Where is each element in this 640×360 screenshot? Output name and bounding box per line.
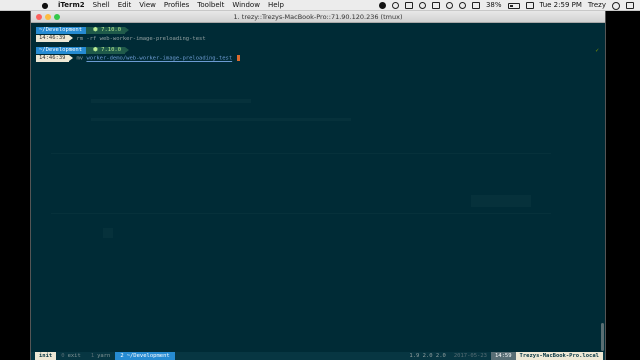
spotlight-search-icon[interactable]: [612, 1, 620, 10]
airplay-icon[interactable]: [431, 2, 440, 9]
battery-icon[interactable]: [507, 2, 520, 9]
dropbox-icon[interactable]: [391, 2, 399, 9]
menu-shell[interactable]: Shell: [93, 0, 110, 11]
tmux-session-name[interactable]: init: [35, 352, 57, 360]
window-controls: [36, 14, 60, 20]
menu-window[interactable]: Window: [232, 0, 260, 11]
menu-app-name[interactable]: iTerm2: [58, 0, 85, 11]
command-line-1: 14:46:39 rm -rf web-worker-image-preload…: [36, 35, 206, 42]
macos-menu-bar: ● iTerm2 Shell Edit View Profiles Toolbe…: [0, 0, 640, 11]
prompt-dir-segment: ~/Development: [36, 27, 91, 34]
background-ghost: [91, 118, 351, 121]
tmux-load-average: 1.9 2.0 2.0: [409, 353, 446, 359]
background-ghost: [91, 99, 251, 103]
tmux-time: 14:59: [490, 352, 516, 360]
record-icon[interactable]: [378, 2, 386, 9]
wifi-icon[interactable]: [458, 2, 466, 9]
apple-menu-icon[interactable]: ●: [38, 0, 52, 11]
menu-clock[interactable]: Tue 2:59 PM: [540, 0, 582, 11]
prompt-dir-segment: ~/Development: [36, 47, 91, 54]
menu-profiles[interactable]: Profiles: [164, 0, 189, 11]
close-window-button[interactable]: [36, 14, 42, 20]
command-line-2: 14:46:39 mv worker-demo/web-worker-image…: [36, 55, 241, 62]
success-check-icon: ✓: [595, 47, 599, 54]
tmux-hostname: Trezys-MacBook-Pro.local: [515, 352, 603, 360]
tmux-window-tab[interactable]: 0 exit: [56, 352, 86, 360]
background-ghost: [51, 153, 551, 154]
prompt-node-segment: ⬢ 7.10.0: [86, 27, 130, 34]
bluetooth-icon[interactable]: [445, 2, 453, 9]
prompt-time-segment: 14:46:39: [36, 35, 72, 42]
background-ghost: [471, 195, 531, 207]
zoom-window-button[interactable]: [54, 14, 60, 20]
menu-edit[interactable]: Edit: [118, 0, 132, 11]
prompt-line-1: ~/Development ⬢ 7.10.0: [36, 27, 130, 34]
screen-icon[interactable]: [404, 2, 413, 9]
terminal-pane[interactable]: ~/Development ⬢ 7.10.0 14:46:39 rm -rf w…: [31, 23, 605, 360]
window-title: 1. trezy::Trezys-MacBook-Pro::71.90.120.…: [233, 13, 403, 21]
command-input[interactable]: mv worker-demo/web-worker-image-preloadi…: [77, 55, 241, 62]
menu-extras: 38% Tue 2:59 PM Trezy: [378, 0, 634, 11]
tmux-window-number: 2: [120, 353, 124, 359]
tmux-window-tab-active[interactable]: 2 ~/Development: [115, 352, 175, 360]
menu-user[interactable]: Trezy: [588, 0, 606, 11]
tmux-window-number: 1: [90, 353, 95, 359]
menu-help[interactable]: Help: [268, 0, 284, 11]
text-cursor: [237, 55, 241, 62]
menu-view[interactable]: View: [139, 0, 156, 11]
prompt-line-2: ~/Development ⬢ 7.10.0: [36, 47, 130, 54]
minimize-window-button[interactable]: [45, 14, 51, 20]
command-path-argument: worker-demo/web-worker-image-preloading-…: [86, 55, 233, 62]
menu-toolbelt[interactable]: Toolbelt: [197, 0, 224, 11]
tmux-status-right: 1.9 2.0 2.0 2017-05-23 14:59 Trezys-MacB…: [405, 352, 605, 360]
tmux-window-name: yarn: [97, 353, 111, 359]
window-titlebar[interactable]: 1. trezy::Trezys-MacBook-Pro::71.90.120.…: [31, 11, 605, 23]
volume-icon[interactable]: [471, 2, 480, 9]
background-ghost: [51, 213, 551, 214]
command-text: rm -rf web-worker-image-preloading-test: [76, 35, 206, 42]
tmux-window-name: ~/Development: [126, 353, 170, 359]
background-ghost: [103, 228, 113, 238]
prompt-node-segment: ⬢ 7.10.0: [86, 47, 130, 54]
tmux-status-bar: init 0 exit 1 yarn 2 ~/Development 1.9 2.0 …: [31, 352, 605, 360]
command-name: mv: [76, 55, 84, 62]
tmux-window-number: 0: [61, 353, 65, 359]
iterm-window: 1. trezy::Trezys-MacBook-Pro::71.90.120.…: [30, 11, 606, 360]
tmux-window-tab[interactable]: 1 yarn: [86, 352, 116, 360]
sync-icon[interactable]: [418, 2, 426, 9]
prompt-time-segment: 14:46:39: [36, 55, 72, 62]
battery-percent[interactable]: 38%: [486, 0, 502, 11]
terminal-scrollbar[interactable]: [601, 323, 604, 351]
tmux-date: 2017-05-23: [453, 353, 487, 359]
notification-center-icon[interactable]: [626, 2, 634, 9]
tmux-window-name: exit: [67, 353, 81, 359]
flag-icon[interactable]: [525, 2, 534, 9]
